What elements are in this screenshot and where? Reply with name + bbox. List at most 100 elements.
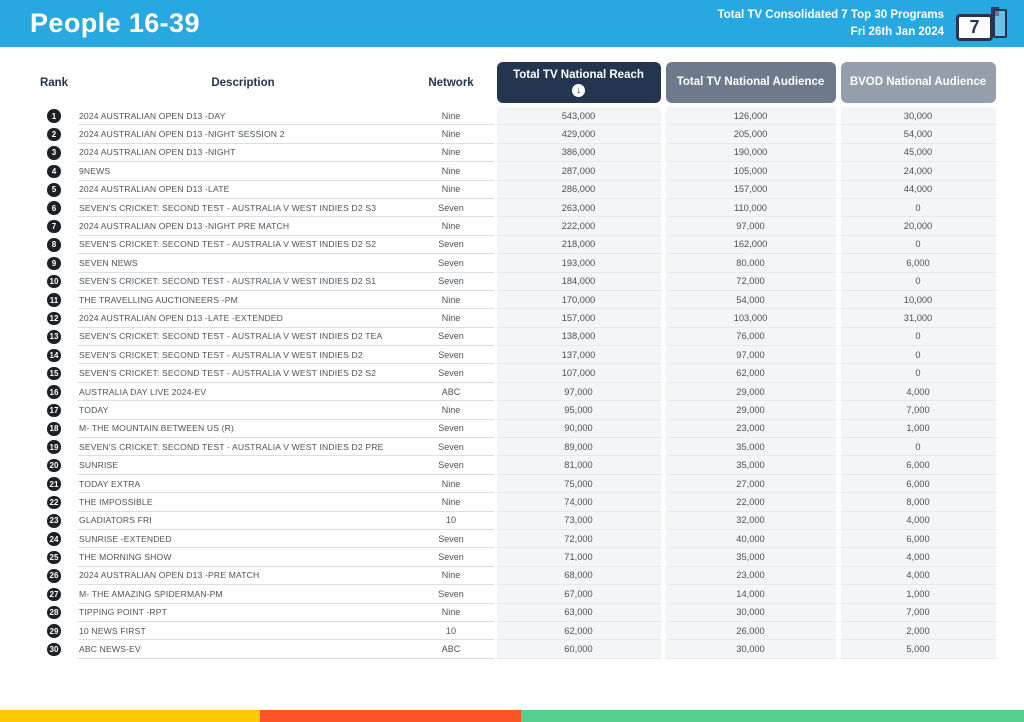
table-row: 7 2024 AUSTRALIAN OPEN D13 -NIGHT PRE MA… <box>30 217 998 236</box>
rank-cell: 26 <box>30 567 78 585</box>
total-tv-national-reach-value: 138,000 <box>496 327 661 347</box>
total-tv-national-reach-value: 81,000 <box>496 456 661 475</box>
program-description: 2024 AUSTRALIAN OPEN D13 -NIGHT SESSION … <box>78 125 408 144</box>
rank-cell: 9 <box>30 254 78 272</box>
column-header-rank: Rank <box>39 76 69 89</box>
network-value: Seven <box>408 585 494 604</box>
table-row: 15 SEVEN'S CRICKET: SECOND TEST - AUSTRA… <box>30 364 998 383</box>
column-header-total-tv-national-audience[interactable]: Total TV National Audience <box>665 62 836 103</box>
table-row: 26 2024 AUSTRALIAN OPEN D13 -PRE MATCH N… <box>30 566 998 586</box>
column-header-reach-label: Total TV National Reach <box>513 69 644 82</box>
network-value: Seven <box>408 273 494 291</box>
network-value: Seven <box>408 236 494 255</box>
page-title: People 16-39 <box>30 8 200 38</box>
program-description: SEVEN'S CRICKET: SECOND TEST - AUSTRALIA… <box>78 273 408 291</box>
rank-cell: 3 <box>30 144 78 162</box>
table-row: 1 2024 AUSTRALIAN OPEN D13 -DAY Nine 543… <box>30 107 998 126</box>
total-tv-national-audience-value: 190,000 <box>665 143 836 163</box>
program-description: 9NEWS <box>78 162 408 181</box>
network-value: Nine <box>408 475 494 494</box>
total-tv-national-reach-value: 193,000 <box>496 254 661 273</box>
rank-badge: 21 <box>47 477 61 491</box>
network-value: Nine <box>408 493 494 512</box>
rank-badge: 7 <box>47 219 61 234</box>
program-description: M- THE MOUNTAIN BETWEEN US (R) <box>78 420 408 439</box>
total-tv-national-reach-value: 73,000 <box>496 511 661 530</box>
total-tv-national-audience-value: 205,000 <box>665 125 836 144</box>
table-row: 8 SEVEN'S CRICKET: SECOND TEST - AUSTRAL… <box>30 235 998 255</box>
total-tv-national-audience-value: 27,000 <box>665 474 836 494</box>
network-value: 10 <box>408 622 494 641</box>
column-header-total-tv-national-reach[interactable]: Total TV National Reach ↓ <box>496 62 661 103</box>
bvod-national-audience-value: 0 <box>840 272 996 291</box>
network-value: Seven <box>408 199 494 218</box>
total-tv-national-reach-value: 74,000 <box>496 493 661 512</box>
total-tv-national-audience-value: 97,000 <box>665 346 836 365</box>
rank-badge: 3 <box>47 146 61 160</box>
rank-cell: 4 <box>30 162 78 180</box>
total-tv-national-audience-value: 14,000 <box>665 585 836 604</box>
total-tv-national-reach-value: 60,000 <box>496 640 661 659</box>
rank-badge: 22 <box>47 495 61 510</box>
bvod-national-audience-value: 7,000 <box>840 401 996 420</box>
network-value: Seven <box>408 456 494 475</box>
rank-badge: 24 <box>47 532 61 546</box>
rank-badge: 11 <box>47 293 61 307</box>
report-subtitle-line1: Total TV Consolidated 7 Top 30 Programs <box>717 9 944 22</box>
program-description: TODAY EXTRA <box>78 475 408 494</box>
total-tv-national-audience-value: 126,000 <box>665 107 836 126</box>
total-tv-national-audience-value: 157,000 <box>665 180 836 199</box>
rank-badge: 20 <box>47 458 61 473</box>
total-tv-national-reach-value: 71,000 <box>496 548 661 567</box>
rank-badge: 30 <box>47 642 61 657</box>
rank-cell: 14 <box>30 346 78 364</box>
network-value: 10 <box>408 512 494 530</box>
rank-badge: 29 <box>47 624 61 638</box>
rank-badge: 27 <box>47 587 61 602</box>
rank-cell: 21 <box>30 475 78 493</box>
bvod-national-audience-value: 20,000 <box>840 217 996 236</box>
column-header-description: Description <box>211 76 275 89</box>
rank-badge: 6 <box>47 201 61 215</box>
program-description: SEVEN'S CRICKET: SECOND TEST - AUSTRALIA… <box>78 236 408 255</box>
network-value: Seven <box>408 254 494 273</box>
network-value: Seven <box>408 328 494 347</box>
table-row: 24 SUNRISE -EXTENDED Seven 72,000 40,000… <box>30 529 998 549</box>
bvod-national-audience-value: 7,000 <box>840 603 996 622</box>
footer-strip-yellow-segment <box>0 710 260 722</box>
report-subtitle-line2: Fri 26th Jan 2024 <box>850 25 944 38</box>
bvod-national-audience-value: 24,000 <box>840 162 996 181</box>
bvod-national-audience-value: 5,000 <box>840 640 996 659</box>
bvod-national-audience-value: 44,000 <box>840 180 996 199</box>
total-tv-national-reach-value: 67,000 <box>496 585 661 604</box>
footer-strip-green-segment <box>521 710 1024 722</box>
table-row: 6 SEVEN'S CRICKET: SECOND TEST - AUSTRAL… <box>30 198 998 218</box>
rank-cell: 13 <box>30 328 78 346</box>
total-tv-national-reach-value: 429,000 <box>496 125 661 144</box>
table-row: 14 SEVEN'S CRICKET: SECOND TEST - AUSTRA… <box>30 346 998 365</box>
rank-cell: 11 <box>30 291 78 309</box>
program-description: AUSTRALIA DAY LIVE 2024-EV <box>78 383 408 402</box>
column-header-bvod-national-audience[interactable]: BVOD National Audience <box>840 62 996 103</box>
sort-descending-icon[interactable]: ↓ <box>572 83 585 97</box>
table-body: 1 2024 AUSTRALIAN OPEN D13 -DAY Nine 543… <box>30 107 998 659</box>
table-column-headers: Rank Description Network Total TV Nation… <box>30 62 998 103</box>
total-tv-national-reach-value: 89,000 <box>496 438 661 457</box>
network-value: Seven <box>408 530 494 549</box>
total-tv-national-reach-value: 97,000 <box>496 382 661 402</box>
total-tv-national-audience-value: 29,000 <box>665 382 836 402</box>
total-tv-national-audience-value: 26,000 <box>665 621 836 641</box>
rank-badge: 4 <box>47 164 61 179</box>
network-value: Nine <box>408 401 494 420</box>
rank-badge: 17 <box>47 403 61 418</box>
rank-cell: 2 <box>30 125 78 143</box>
column-header-bvod-label: BVOD National Audience <box>849 76 987 89</box>
total-tv-national-audience-value: 35,000 <box>665 456 836 475</box>
table-row: 18 M- THE MOUNTAIN BETWEEN US (R) Seven … <box>30 419 998 439</box>
network-value: Nine <box>408 309 494 328</box>
rank-badge: 18 <box>47 422 61 436</box>
rank-cell: 27 <box>30 585 78 603</box>
total-tv-national-reach-value: 170,000 <box>496 290 661 310</box>
program-description: THE MORNING SHOW <box>78 548 408 567</box>
bvod-national-audience-value: 4,000 <box>840 511 996 530</box>
